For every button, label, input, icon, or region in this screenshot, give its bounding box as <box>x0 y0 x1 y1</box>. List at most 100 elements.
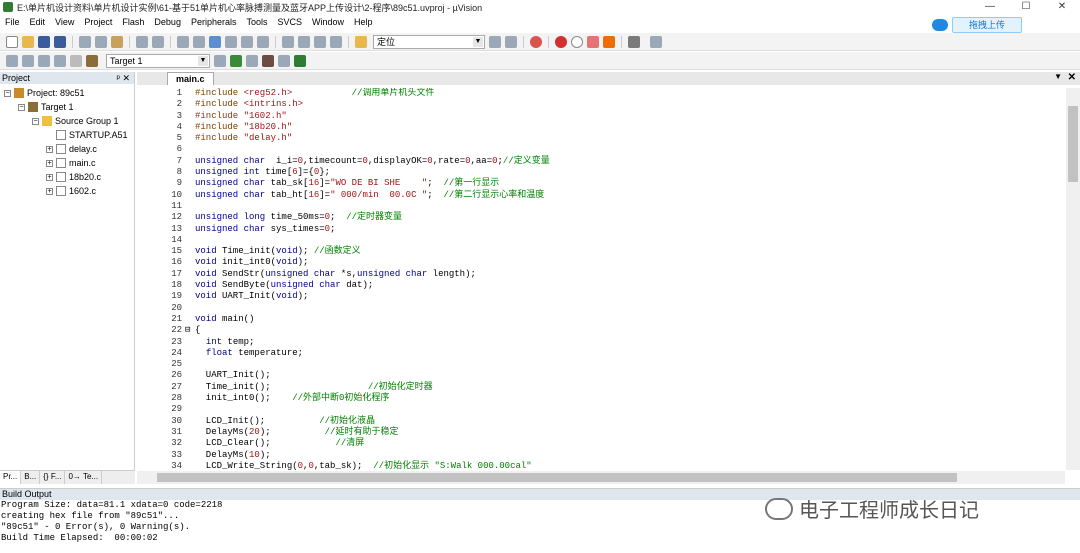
rebuild-icon[interactable] <box>38 54 50 67</box>
target-value: Target 1 <box>110 55 143 66</box>
expand-icon[interactable]: + <box>46 159 53 167</box>
target-select[interactable]: Target 1 ▼ <box>106 53 210 68</box>
find-icon[interactable] <box>489 35 501 48</box>
scroll-thumb[interactable] <box>1068 106 1078 182</box>
tab-list-icon[interactable]: ▼ <box>1054 72 1062 81</box>
nav-forward-icon[interactable] <box>193 35 205 48</box>
menu-edit[interactable]: Edit <box>30 17 46 27</box>
translate-icon[interactable] <box>6 54 18 67</box>
menu-file[interactable]: File <box>5 17 20 27</box>
file-extensions-icon[interactable] <box>246 54 258 67</box>
tab-books[interactable]: B... <box>21 471 41 484</box>
collapse-icon[interactable]: − <box>32 117 39 125</box>
save-icon[interactable] <box>38 35 50 48</box>
undo-icon[interactable] <box>136 35 148 48</box>
tree-node-project[interactable]: − Project: 89c51 <box>4 88 85 98</box>
close-tab-icon[interactable]: ✕ <box>1068 72 1076 83</box>
debug-start-icon[interactable] <box>530 35 542 48</box>
bookmark-icon[interactable] <box>209 35 221 48</box>
panel-pin-close[interactable]: ᵖ ✕ <box>117 72 130 84</box>
new-file-icon[interactable] <box>6 35 18 48</box>
expand-icon[interactable]: + <box>46 187 53 195</box>
menu-svcs[interactable]: SVCS <box>278 17 303 27</box>
breakpoint-clear-icon[interactable] <box>587 35 599 48</box>
menu-peripherals[interactable]: Peripherals <box>191 17 237 27</box>
scroll-thumb[interactable] <box>157 473 957 482</box>
project-panel-header: Project ᵖ ✕ <box>0 72 134 84</box>
bookmark-clear-icon[interactable] <box>257 35 269 48</box>
paste-icon[interactable] <box>111 35 123 48</box>
tree-node-file[interactable]: + 18b20.c <box>46 172 101 182</box>
horizontal-scrollbar[interactable] <box>137 471 1065 484</box>
menu-tools[interactable]: Tools <box>246 17 267 27</box>
tree-node-source-group[interactable]: − Source Group 1 <box>32 116 119 126</box>
unindent-icon[interactable] <box>298 35 310 48</box>
open-file-icon[interactable] <box>22 35 34 48</box>
line-number: 27 <box>171 381 182 392</box>
expand-icon[interactable]: + <box>46 145 53 153</box>
maximize-button[interactable]: ☐ <box>1008 0 1044 14</box>
upload-button[interactable]: 拖拽上传 <box>952 17 1022 33</box>
copy-icon[interactable] <box>95 35 107 48</box>
uncomment-icon[interactable] <box>330 35 342 48</box>
tree-node-file[interactable]: + delay.c <box>46 144 97 154</box>
code-line: float temperature; <box>195 348 550 359</box>
nav-back-icon[interactable] <box>177 35 189 48</box>
manage-rte-icon[interactable] <box>278 54 290 67</box>
comment-icon[interactable] <box>314 35 326 48</box>
minimize-button[interactable]: — <box>972 0 1008 14</box>
tree-node-file[interactable]: + main.c <box>46 158 96 168</box>
code-line: init_int0(); //外部中断0初始化程序 <box>195 393 550 404</box>
tree-node-file[interactable]: STARTUP.A51 <box>56 130 128 140</box>
code-token: ); <box>297 257 309 268</box>
download-icon[interactable] <box>86 54 98 67</box>
bookmark-next-icon[interactable] <box>241 35 253 48</box>
save-all-icon[interactable] <box>54 35 66 48</box>
build-icon[interactable] <box>22 54 34 67</box>
menu-debug[interactable]: Debug <box>154 17 181 27</box>
redo-icon[interactable] <box>152 35 164 48</box>
indent-icon[interactable] <box>282 35 294 48</box>
menu-help[interactable]: Help <box>354 17 373 27</box>
find-combo[interactable]: 定位 ▼ <box>373 34 485 49</box>
tab-main-c[interactable]: main.c <box>167 72 214 85</box>
expand-icon[interactable]: + <box>46 173 53 181</box>
vertical-scrollbar[interactable] <box>1066 88 1080 470</box>
collapse-icon[interactable]: − <box>4 89 11 97</box>
target-icon <box>28 102 38 112</box>
line-number: 8 <box>176 167 182 178</box>
tree-node-file[interactable]: + 1602.c <box>46 186 96 196</box>
find-in-files-icon[interactable] <box>355 35 367 48</box>
menu-view[interactable]: View <box>55 17 74 27</box>
breakpoint-kill-icon[interactable] <box>603 35 615 48</box>
tab-project[interactable]: Pr... <box>0 471 22 484</box>
stop-build-icon[interactable] <box>70 54 82 67</box>
batch-build-icon[interactable] <box>54 54 66 67</box>
breakpoint-icon[interactable] <box>555 35 567 48</box>
code-area[interactable]: 1 2 3 4 5 6 7 8 9 10 11 12 13 14 15 16 17 18 19 20 21 22 23 24 2… <box>137 88 1065 470</box>
file-icon <box>56 172 66 182</box>
project-panel-title: Project <box>2 73 31 83</box>
code-token: ; <box>330 223 336 234</box>
bookmark-prev-icon[interactable] <box>225 35 237 48</box>
incremental-find-icon[interactable] <box>505 35 517 48</box>
menu-project[interactable]: Project <box>84 17 112 27</box>
fold-toggle-icon[interactable]: ⊟ <box>185 325 195 336</box>
select-packs-icon[interactable] <box>262 54 274 67</box>
find-value: 定位 <box>377 36 396 47</box>
config-icon[interactable] <box>650 35 662 48</box>
breakpoint-disable-icon[interactable] <box>571 35 583 48</box>
tab-functions[interactable]: {} F... <box>40 471 66 484</box>
cut-icon[interactable] <box>79 35 91 48</box>
tab-templates[interactable]: 0→ Te... <box>65 471 103 484</box>
manage-project-icon[interactable] <box>230 54 242 67</box>
close-button[interactable]: ✕ <box>1044 0 1080 14</box>
target-options-icon[interactable] <box>214 54 226 67</box>
code-token: dat); <box>340 280 374 291</box>
menu-flash[interactable]: Flash <box>122 17 144 27</box>
pack-installer-icon[interactable] <box>294 54 306 67</box>
menu-window[interactable]: Window <box>312 17 344 27</box>
window-layout-icon[interactable] <box>628 35 640 48</box>
tree-node-target[interactable]: − Target 1 <box>18 102 74 112</box>
collapse-icon[interactable]: − <box>18 103 25 111</box>
